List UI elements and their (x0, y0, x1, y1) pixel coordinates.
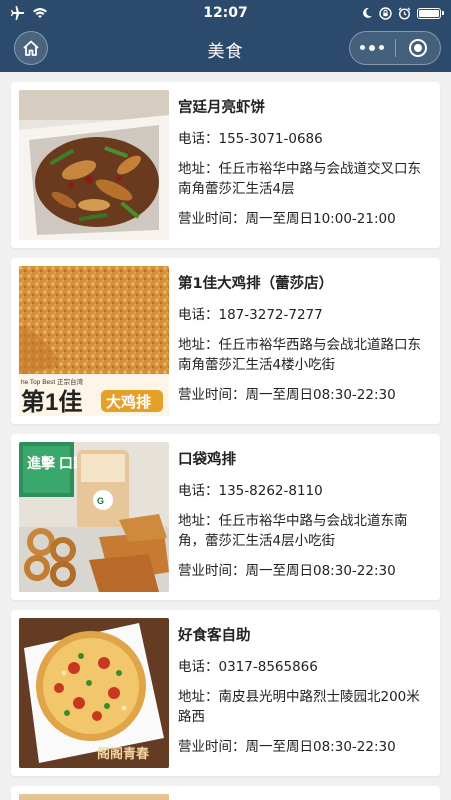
more-button[interactable] (350, 32, 395, 64)
restaurant-info: 好食客自助 电话：0317-8565866 地址：南皮县光明中路烈士陵园北200… (178, 625, 432, 767)
alarm-icon (398, 7, 411, 20)
more-icon (360, 45, 385, 51)
phone-value: 155-3071-0686 (218, 131, 323, 147)
restaurant-phone: 电话：187-3272-7277 (178, 305, 432, 325)
restaurant-card[interactable]: he Top Best 正宗台湾 第1佳 大鸡排 第1佳大鸡排（蕾莎店） 电话：… (11, 258, 440, 424)
hours-label: 营业时间： (178, 211, 246, 227)
address-label: 地址： (178, 689, 219, 705)
wifi-icon (33, 8, 47, 18)
restaurant-photo (19, 90, 169, 240)
restaurant-phone: 电话：135-8262-8110 (178, 481, 432, 501)
restaurant-name: 宫廷月亮虾饼 (178, 100, 265, 116)
home-button[interactable] (14, 31, 48, 65)
restaurant-name: 好食客自助 (178, 628, 251, 644)
restaurant-address: 地址：南皮县光明中路烈士陵园北200米路西 (178, 687, 432, 727)
hours-value: 周一至周日08:30-22:30 (245, 387, 396, 403)
restaurant-card[interactable]: 阁阁青春 好食客自助 电话：0317-8565866 地址：南皮县光明中路烈士陵… (11, 610, 440, 776)
home-icon (23, 40, 39, 56)
restaurant-list[interactable]: 宫廷月亮虾饼 电话：155-3071-0686 地址：任丘市裕华中路与会战道交叉… (0, 72, 451, 800)
restaurant-hours: 营业时间：周一至周日08:30-22:30 (178, 561, 432, 581)
restaurant-name: 第1佳大鸡排（蕾莎店） (178, 276, 334, 292)
restaurant-hours: 营业时间：周一至周日08:30-22:30 (178, 737, 432, 757)
restaurant-photo: 阁阁青春 (19, 618, 169, 768)
phone-label: 电话： (178, 483, 219, 499)
phone-label: 电话： (178, 307, 219, 323)
status-bar: 12:07 (0, 0, 451, 26)
restaurant-hours: 营业时间：周一至周日08:30-22:30 (178, 385, 432, 405)
miniapp-capsule (349, 31, 441, 65)
hours-label: 营业时间： (178, 387, 246, 403)
phone-value: 0317-8565866 (218, 659, 318, 675)
watermark-text: 阁阁青春 (97, 746, 150, 761)
phone-label: 电话： (178, 131, 219, 147)
battery-icon (417, 7, 444, 19)
phone-value: 135-8262-8110 (218, 483, 323, 499)
hours-value: 周一至周日08:30-22:30 (245, 563, 396, 579)
logo-sub-text: 大鸡排 (106, 393, 151, 411)
hours-label: 营业时间： (178, 739, 246, 755)
restaurant-info: 宫廷月亮虾饼 电话：155-3071-0686 地址：任丘市裕华中路与会战道交叉… (178, 97, 432, 239)
phone-value: 187-3272-7277 (218, 307, 323, 323)
lock-rotation-icon (379, 6, 392, 20)
restaurant-photo: 進擊 口家 G (19, 442, 169, 592)
moon-icon (363, 7, 372, 18)
logo-text: 第1佳 (21, 388, 82, 416)
hours-value: 周一至周日08:30-22:30 (245, 739, 396, 755)
logo-small-text: he Top Best 正宗台湾 (21, 377, 84, 386)
svg-text:G: G (97, 496, 104, 506)
close-miniapp-icon (408, 39, 427, 57)
page-title: 美食 (207, 41, 244, 62)
status-left (10, 6, 48, 20)
restaurant-address: 地址：任丘市裕华西路与会战北道路口东南角蕾莎汇生活4楼小吃街 (178, 335, 432, 375)
restaurant-address: 地址：任丘市裕华中路与会战道交叉口东南角蕾莎汇生活4层 (178, 159, 432, 199)
phone-label: 电话： (178, 659, 219, 675)
nav-bar: 美食 (0, 26, 451, 72)
restaurant-info: 口袋鸡排 电话：135-8262-8110 地址：任丘市裕华中路与会战北道东南角… (178, 449, 432, 591)
status-right (361, 6, 444, 20)
restaurant-card[interactable]: 進擊 口家 G 口袋鸡排 电话：135-8262-8110 地址：任丘市裕华中路… (11, 434, 440, 600)
restaurant-address: 地址：任丘市裕华中路与会战北道东南角，蕾莎汇生活4层小吃街 (178, 511, 432, 551)
hours-label: 营业时间： (178, 563, 246, 579)
restaurant-hours: 营业时间：周一至周日10:00-21:00 (178, 209, 432, 229)
restaurant-info: 第1佳大鸡排（蕾莎店） 电话：187-3272-7277 地址：任丘市裕华西路与… (178, 273, 432, 415)
address-label: 地址： (178, 161, 219, 177)
restaurant-name: 口袋鸡排 (178, 452, 236, 468)
close-button[interactable] (396, 32, 441, 64)
restaurant-photo: he Top Best 正宗台湾 第1佳 大鸡排 (19, 266, 169, 416)
address-label: 地址： (178, 513, 219, 529)
airplane-icon (11, 6, 25, 20)
restaurant-phone: 电话：0317-8565866 (178, 657, 432, 677)
restaurant-card[interactable]: 宫廷月亮虾饼 电话：155-3071-0686 地址：任丘市裕华中路与会战道交叉… (11, 82, 440, 248)
hours-value: 周一至周日10:00-21:00 (245, 211, 396, 227)
restaurant-phone: 电话：155-3071-0686 (178, 129, 432, 149)
restaurant-card-partial[interactable] (11, 786, 440, 800)
address-label: 地址： (178, 337, 219, 353)
restaurant-photo (19, 794, 169, 800)
